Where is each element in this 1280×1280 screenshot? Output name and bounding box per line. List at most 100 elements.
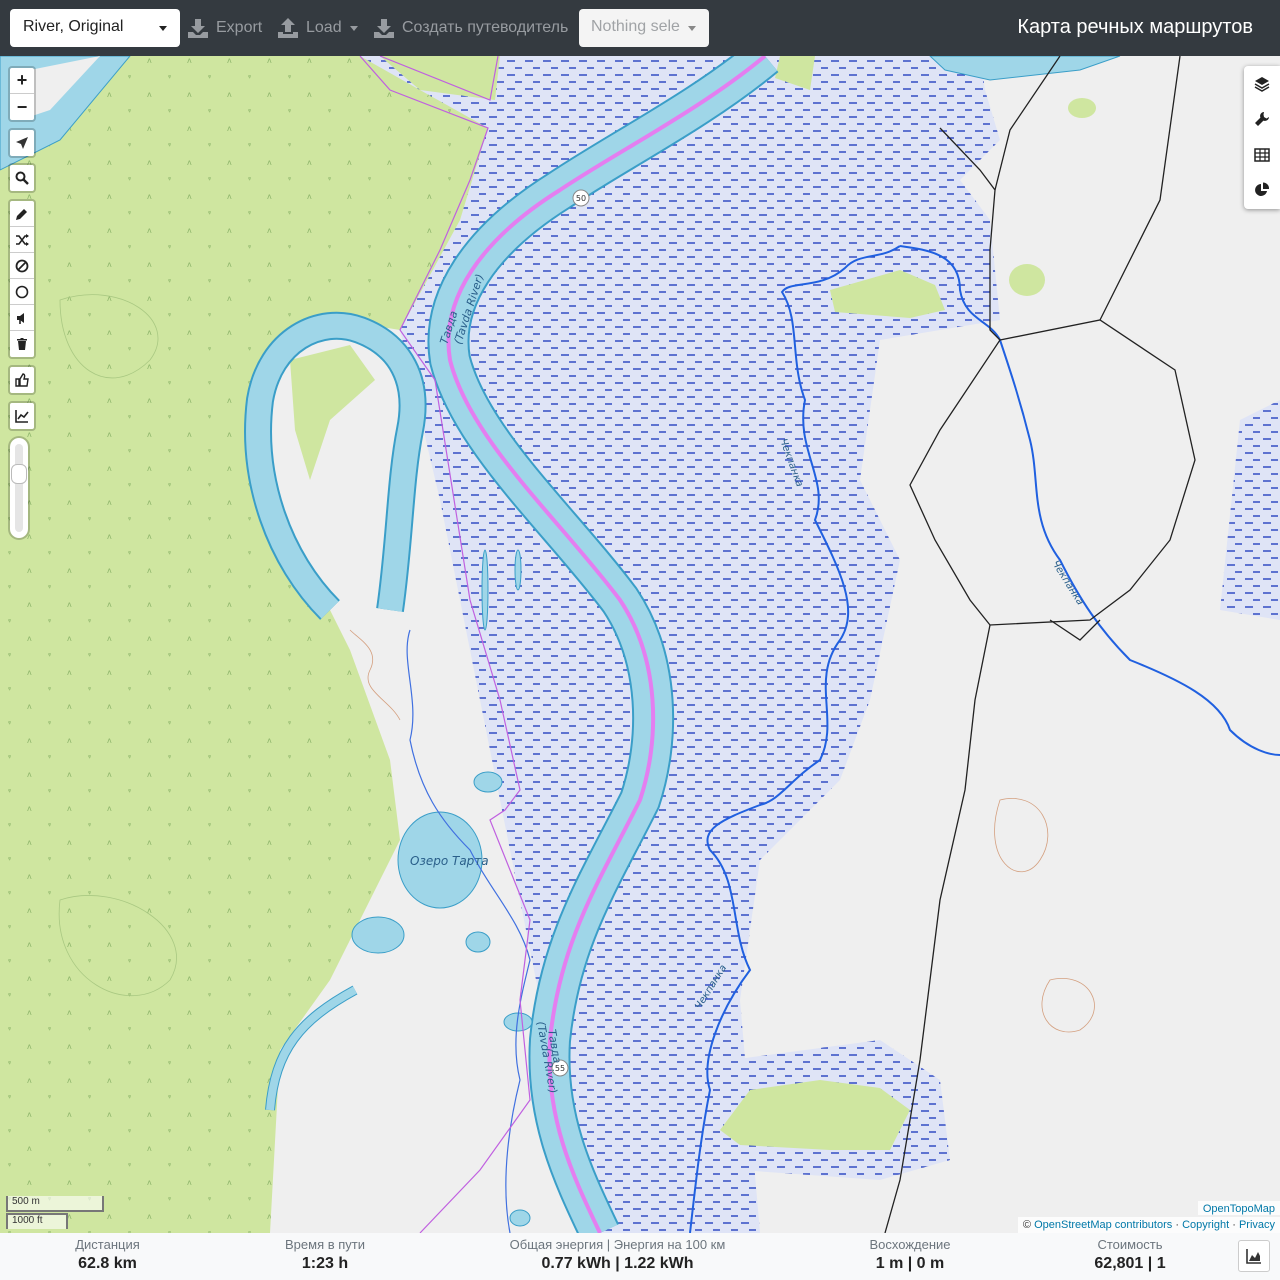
load-label: Load [306,19,342,36]
stat-ascent-label: Восхождение [869,1237,951,1252]
layers-button[interactable] [1244,66,1280,102]
trash-icon [17,338,27,350]
copyright-link[interactable]: Copyright [1182,1219,1229,1231]
lake [465,931,491,953]
lake-label: Озеро Тарта [410,854,489,868]
km-marker-label: 55 [555,1064,565,1073]
map-canvas[interactable]: ᵠ ᴧ [0,56,1280,1233]
osm-contributors-link[interactable]: OpenStreetMap contributors [1034,1219,1172,1231]
download-icon [374,19,394,38]
no-go-area-button[interactable] [10,253,34,279]
stat-energy-label: Общая энергия | Энергия на 100 км [509,1237,726,1252]
locate-button[interactable] [10,130,34,156]
privacy-link[interactable]: Privacy [1239,1219,1275,1231]
shuffle-icon [16,233,29,246]
stat-distance-value: 62.8 km [78,1255,137,1272]
chevron-down-icon [688,26,696,31]
chevron-down-icon [349,25,358,31]
zoom-in-button[interactable]: + [10,68,34,94]
layers-icon [1254,76,1270,92]
create-guide-label: Создать путеводитель [402,19,569,36]
search-icon [15,171,29,185]
lake [514,549,522,591]
area-chart-icon [1246,1249,1261,1264]
line-chart-icon [15,410,29,423]
settings-button[interactable] [1244,102,1280,138]
circle-button[interactable] [10,279,34,305]
scale-metric: 500 m [6,1196,104,1212]
slider-handle[interactable] [11,464,27,484]
stat-distance-label: Дистанция [75,1237,140,1252]
upload-icon [278,18,298,38]
profile-select[interactable]: River, Original [10,9,180,47]
map-view[interactable]: ᵠ ᴧ [0,56,1280,1233]
circle-icon [15,285,29,298]
stat-energy: Общая энергия | Энергия на 100 км 0.77 k… [500,1237,735,1273]
wrench-icon [1255,112,1269,127]
sound-icon [17,312,24,324]
stat-cost: Стоимость 62,801 | 1 [1080,1237,1180,1273]
draw-toolbar [8,199,36,359]
data-table-button[interactable] [1244,137,1280,173]
select-mode-button[interactable] [10,367,34,393]
slider-track [15,444,23,532]
ban-icon [15,259,29,272]
stat-distance: Дистанция 62.8 km [50,1237,165,1273]
search-button[interactable] [10,165,34,191]
table-icon [1254,148,1270,162]
statistics-button[interactable] [1244,173,1280,209]
export-label: Export [216,19,263,36]
stat-time-label: Время в пути [285,1237,365,1252]
km-marker-label: 50 [576,194,586,203]
profile-select-value: River, Original [23,18,124,35]
zoom-out-button[interactable]: − [10,94,34,120]
attribution-separator: · [1175,1219,1179,1231]
stat-energy-value: 0.77 kWh | 1.22 kWh [541,1255,694,1272]
lake [351,916,405,954]
location-arrow-icon [16,137,28,149]
pencil-icon [16,208,27,220]
top-navbar: River, Original Export Load Создать путе… [0,0,1280,56]
lake [481,549,489,631]
copyright-symbol: © [1022,1219,1032,1231]
opacity-slider[interactable] [8,436,30,540]
forest-area [1068,98,1096,118]
stat-cost-value: 62,801 | 1 [1094,1255,1166,1272]
stat-cost-label: Стоимость [1097,1237,1163,1252]
attribution-separator: · [1232,1219,1236,1231]
reverse-route-button[interactable] [10,227,34,253]
app-title: Карта речных маршрутов [1017,16,1253,38]
selection-dropdown[interactable]: Nothing sele [579,9,709,47]
opentopomap-link[interactable]: OpenTopoMap [1203,1203,1275,1215]
selection-dropdown-value: Nothing sele [591,18,680,35]
locate-control [8,128,36,158]
route-stats-bar: Дистанция 62.8 km Время в пути 1:23 h Об… [0,1233,1280,1280]
delete-route-button[interactable] [10,331,34,357]
attribution-provider: OpenTopoMap [1197,1201,1280,1215]
map-tools-panel [1244,66,1280,209]
pie-chart-icon [1255,182,1270,197]
lake [473,771,503,793]
load-button[interactable]: Load [278,16,358,40]
elevation-chart-button[interactable] [10,403,34,429]
show-chart-button[interactable] [1238,1240,1270,1272]
stat-time-value: 1:23 h [301,1255,349,1272]
download-icon [188,19,208,38]
search-control [8,163,36,193]
attribution: © OpenStreetMap contributors · Copyright… [1017,1217,1280,1233]
forest-area [1009,264,1045,296]
elevation-control [8,401,36,431]
lake [509,1209,531,1227]
thumbs-up-icon [15,373,29,387]
finger-control [8,365,36,395]
poi-button[interactable] [10,305,34,331]
stat-ascent-value: 1 m | 0 m [875,1255,945,1272]
stat-time: Время в пути 1:23 h [270,1237,380,1273]
create-guide-button[interactable]: Создать путеводитель [374,16,568,40]
chevron-down-icon [159,26,167,31]
draw-route-button[interactable] [10,201,34,227]
zoom-control: + − [8,66,36,122]
scale-imperial: 1000 ft [6,1213,68,1229]
export-button[interactable]: Export [188,16,262,40]
stat-ascent: Восхождение 1 m | 0 m [855,1237,965,1273]
